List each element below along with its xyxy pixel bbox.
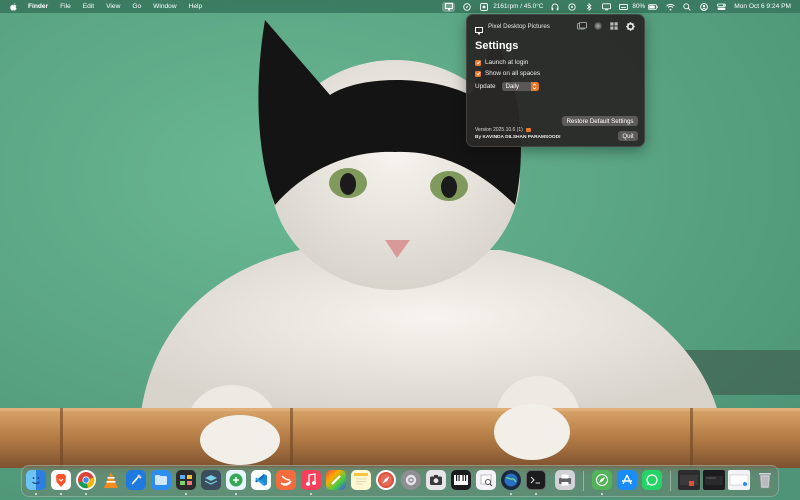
app-logo-icon [475, 22, 483, 35]
menu-file[interactable]: File [60, 3, 71, 10]
grid-icon[interactable] [609, 21, 619, 31]
files-icon[interactable] [151, 470, 171, 490]
chrome-icon[interactable] [76, 470, 96, 490]
headphones-icon[interactable] [550, 2, 560, 11]
app-store-connect-icon[interactable] [226, 470, 246, 490]
menu-help[interactable]: Help [189, 3, 203, 10]
running-indicator [60, 493, 62, 495]
fan-temp-readout[interactable]: 2161rpm / 45.0°C [493, 3, 543, 10]
fan-status-icon[interactable] [479, 2, 489, 11]
notes-icon[interactable] [351, 470, 371, 490]
music-icon[interactable] [301, 470, 321, 490]
record-icon[interactable] [593, 21, 603, 31]
dot-circle-icon[interactable] [567, 2, 577, 11]
desktop-wallpaper [0, 0, 800, 500]
running-indicator [310, 493, 312, 495]
menu-bar: Finder File Edit View Go Window Help 216… [0, 0, 800, 13]
menu-edit[interactable]: Edit [83, 3, 94, 10]
terminal-icon[interactable] [526, 470, 546, 490]
quit-button[interactable]: Quit [618, 131, 638, 141]
battery-icon[interactable] [648, 2, 658, 11]
panel-header: Pixel Desktop Pictures [475, 22, 550, 35]
system-settings-icon[interactable] [401, 470, 421, 490]
dock [21, 465, 779, 497]
menubar-clock[interactable]: Mon Oct 6 9:24 PM [734, 3, 791, 10]
chevron-updown-icon [530, 82, 539, 91]
user-icon[interactable] [699, 2, 709, 11]
launch-at-login-checkbox[interactable] [475, 59, 481, 66]
running-indicator [85, 493, 87, 495]
menu-view[interactable]: View [106, 3, 120, 10]
running-indicator [601, 493, 603, 495]
running-indicator [185, 493, 187, 495]
restore-default-settings-button[interactable]: Restore Default Settings [562, 116, 638, 126]
version-text: Version 2025.10.6 (1) [475, 127, 523, 133]
menu-window[interactable]: Window [153, 3, 176, 10]
menu-go[interactable]: Go [132, 3, 141, 10]
cat-photo [0, 0, 800, 500]
screenshot-icon[interactable] [426, 470, 446, 490]
version-info: Version 2025.10.6 (1) [475, 127, 531, 133]
piano-icon[interactable] [451, 470, 471, 490]
panel-toolbar [571, 21, 635, 31]
running-indicator [510, 493, 512, 495]
minimized-window-2[interactable] [703, 470, 725, 490]
author-credit: By KAVINDA DILSHAN PARAMSOODI [475, 135, 561, 140]
compass-status-icon[interactable] [462, 2, 472, 11]
printer-icon[interactable] [555, 470, 575, 490]
swift-playgrounds-icon[interactable] [276, 470, 296, 490]
launch-at-login-label: Launch at login [485, 59, 529, 66]
update-row: Update Daily [475, 82, 539, 91]
update-frequency-value: Daily [505, 83, 519, 90]
minimized-window-1[interactable] [678, 470, 700, 490]
launch-at-login-row[interactable]: Launch at login [475, 59, 528, 66]
layers-icon[interactable] [201, 470, 221, 490]
search-icon[interactable] [682, 2, 692, 11]
gallery-icon[interactable] [577, 21, 587, 31]
safari-icon[interactable] [376, 470, 396, 490]
whatsapp-icon[interactable] [642, 470, 662, 490]
maps-compass-icon[interactable] [592, 470, 612, 490]
panel-app-name: Pixel Desktop Pictures [488, 22, 550, 30]
xcode-icon[interactable] [126, 470, 146, 490]
apple-logo-icon[interactable] [10, 2, 17, 11]
wifi-icon[interactable] [665, 2, 675, 11]
control-center-icon[interactable] [716, 2, 726, 11]
globe-icon[interactable] [501, 470, 521, 490]
finder-icon[interactable] [26, 470, 46, 490]
settings-popover: Pixel Desktop Pictures Settings Launch a… [466, 14, 645, 147]
settings-title: Settings [475, 40, 519, 52]
show-on-all-spaces-checkbox[interactable] [475, 70, 481, 77]
vlc-icon[interactable] [101, 470, 121, 490]
pixel-desktop-pictures-status-icon[interactable] [442, 1, 456, 12]
update-frequency-select[interactable]: Daily [501, 82, 539, 91]
running-indicator [35, 493, 37, 495]
dock-separator [583, 471, 584, 491]
bluetooth-icon[interactable] [584, 2, 594, 11]
notes-colors-icon[interactable] [326, 470, 346, 490]
menu-app-name[interactable]: Finder [28, 3, 48, 10]
display-icon[interactable] [601, 2, 611, 11]
update-label: Update [475, 83, 496, 90]
running-indicator [235, 493, 237, 495]
keyboard-icon[interactable] [618, 2, 628, 11]
dock-separator [670, 471, 671, 491]
trash-icon[interactable] [755, 470, 775, 490]
running-indicator [535, 493, 537, 495]
battery-percent[interactable]: 80% [632, 3, 645, 10]
show-on-all-spaces-label: Show on all spaces [485, 70, 541, 77]
mission-control-icon[interactable] [176, 470, 196, 490]
preview-icon[interactable] [476, 470, 496, 490]
gear-icon[interactable] [625, 21, 635, 31]
app-store-icon[interactable] [617, 470, 637, 490]
visual-studio-code-icon[interactable] [251, 470, 271, 490]
minimized-window-3[interactable] [728, 470, 750, 490]
update-badge-icon [525, 128, 531, 132]
show-on-all-spaces-row[interactable]: Show on all spaces [475, 70, 540, 77]
brave-browser-icon[interactable] [51, 470, 71, 490]
